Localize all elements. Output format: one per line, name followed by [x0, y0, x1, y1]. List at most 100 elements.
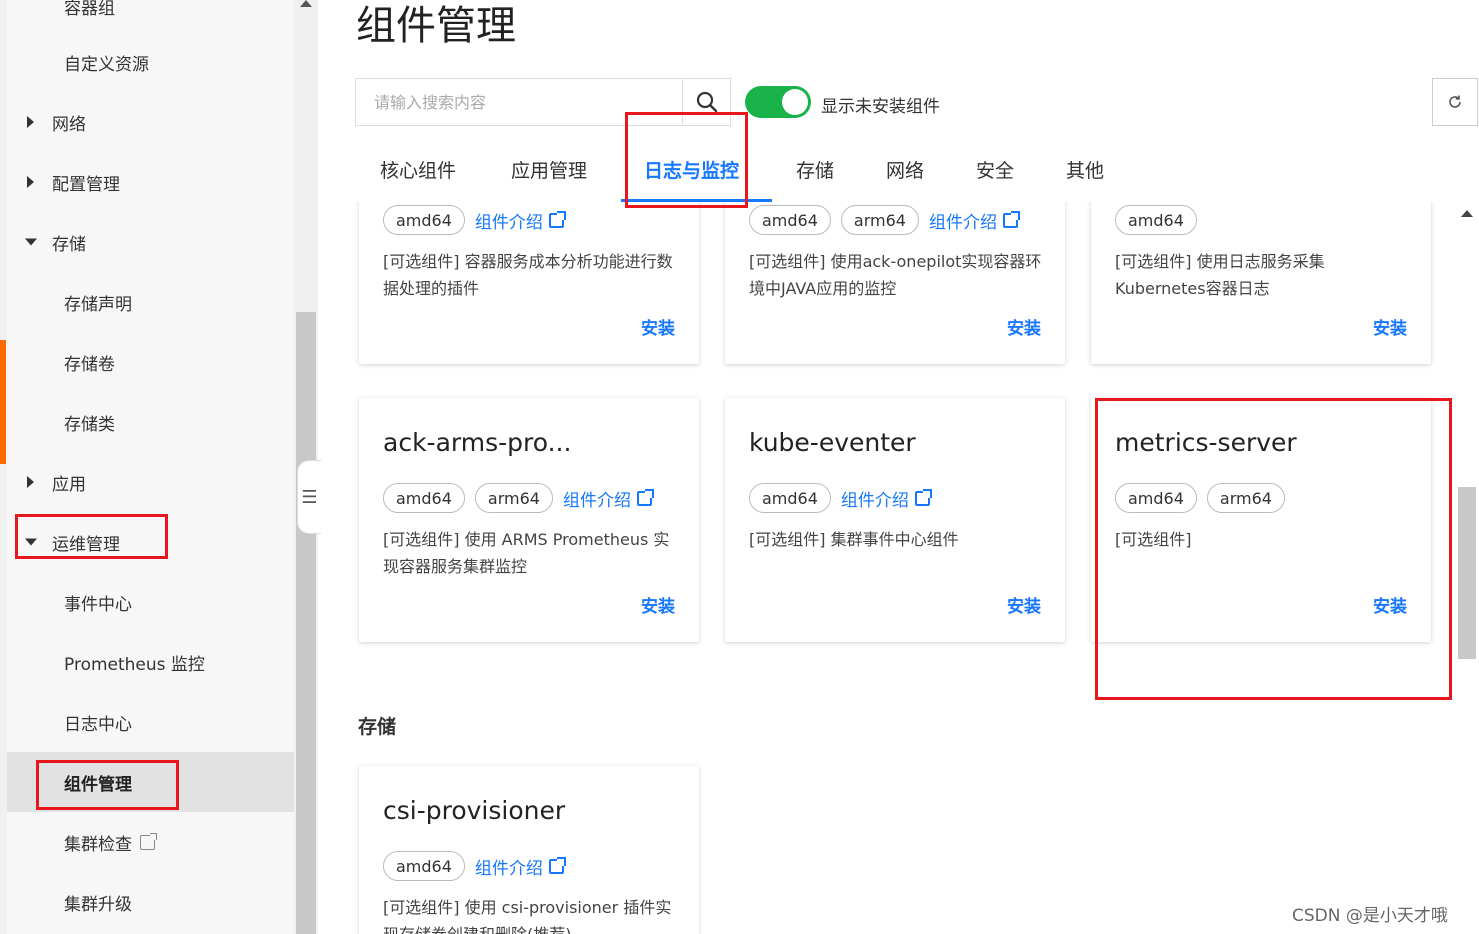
sidebar-item-label: 存储声明 — [64, 294, 132, 315]
card-description: [可选组件] 使用 csi-provisioner 插件实现存储卷创建和删除(推… — [383, 898, 672, 934]
sidebar-item-label: 集群升级 — [64, 894, 132, 915]
page-title: 组件管理 — [356, 3, 516, 49]
card-title[interactable]: csi-provisioner — [383, 796, 565, 825]
caret-down-icon — [25, 238, 37, 246]
arch-tags: amd64 组件介绍 — [749, 483, 932, 513]
tab-app-management[interactable]: 应用管理 — [511, 156, 587, 183]
main-scrollbar[interactable] — [1458, 487, 1476, 659]
brand-accent-bar — [0, 340, 6, 464]
card-description: [可选组件] 集群事件中心组件 — [749, 530, 959, 549]
card-title[interactable]: kube-eventer — [749, 428, 916, 457]
arch-tag: arm64 — [474, 483, 553, 513]
sidebar-item-cluster-upgrade[interactable]: 集群升级 — [7, 872, 294, 932]
intro-link[interactable]: 组件介绍 — [840, 486, 932, 511]
addon-card: csi-provisioner amd64 组件介绍 [可选组件] 使用 csi… — [359, 766, 699, 934]
addon-card: kube-eventer amd64 组件介绍 [可选组件] 集群事件中心组件 … — [725, 398, 1065, 642]
sidebar-item-storageclass[interactable]: 存储类 — [7, 392, 294, 452]
install-button[interactable]: 安装 — [1373, 592, 1407, 617]
intro-link[interactable]: 组件介绍 — [474, 208, 566, 233]
sidebar-item-label: 自定义资源 — [64, 54, 149, 75]
tab-logs-monitoring[interactable]: 日志与监控 — [644, 156, 739, 183]
install-button[interactable]: 安装 — [1373, 314, 1407, 339]
sidebar-item-pods[interactable]: 容器组 — [7, 0, 294, 36]
card-title[interactable]: metrics-server — [1115, 428, 1297, 457]
refresh-button[interactable] — [1432, 78, 1478, 126]
sidebar-item-addons[interactable]: 组件管理 — [7, 752, 294, 812]
tab-network[interactable]: 网络 — [886, 156, 924, 183]
refresh-icon — [1449, 95, 1461, 108]
sidebar-item-label: 应用 — [52, 474, 86, 495]
install-button[interactable]: 安装 — [641, 592, 675, 617]
card-description: [可选组件] 容器服务成本分析功能进行数据处理的插件 — [383, 252, 673, 298]
sidebar-item-apps[interactable]: 应用 — [7, 452, 294, 512]
addon-card: metrics-server amd64 arm64 [可选组件] 安装 — [1091, 398, 1431, 642]
sidebar-item-label: 配置管理 — [52, 174, 120, 195]
sidebar-item-prometheus[interactable]: Prometheus 监控 — [7, 632, 294, 692]
sidebar-item-storage[interactable]: 存储 — [7, 212, 294, 272]
card-title[interactable]: ack-arms-pro... — [383, 428, 571, 457]
scroll-up-arrow-icon[interactable] — [1461, 210, 1473, 217]
arch-tags: amd64 组件介绍 — [383, 851, 566, 881]
caret-right-icon — [27, 116, 34, 128]
tab-security[interactable]: 安全 — [976, 156, 1014, 183]
external-link-icon — [548, 210, 566, 228]
sidebar-item-logs[interactable]: 日志中心 — [7, 692, 294, 752]
sidebar-item-label: 存储类 — [64, 414, 115, 435]
scroll-up-arrow-icon[interactable] — [300, 0, 312, 7]
intro-link[interactable]: 组件介绍 — [562, 486, 654, 511]
sidebar-item-label: 容器组 — [64, 0, 115, 19]
sidebar-item-events[interactable]: 事件中心 — [7, 572, 294, 632]
sidebar-item-label: 组件管理 — [64, 774, 132, 795]
intro-link-text: 组件介绍 — [562, 490, 631, 511]
sidebar-item-pv[interactable]: 存储卷 — [7, 332, 294, 392]
external-link-icon — [1002, 210, 1020, 228]
sidebar-item-ops[interactable]: 运维管理 — [7, 512, 294, 572]
sidebar-item-label: 运维管理 — [52, 534, 120, 555]
sidebar-item-label: 事件中心 — [64, 594, 132, 615]
sidebar-item-label: Prometheus 监控 — [64, 654, 205, 675]
intro-link-text: 组件介绍 — [474, 212, 543, 233]
search-box — [355, 78, 731, 126]
arch-tag: arm64 — [1206, 483, 1285, 513]
show-uninstalled-toggle[interactable] — [745, 86, 811, 118]
sidebar: 容器组 自定义资源 网络 配置管理 存储 存储声明 存储卷 存储类 应用 运维管… — [0, 0, 318, 934]
section-title: 存储 — [358, 716, 397, 738]
arch-tags: amd64 arm64 组件介绍 — [383, 483, 654, 513]
collapse-sidebar-button[interactable]: ☰ — [297, 460, 321, 534]
tab-storage[interactable]: 存储 — [796, 156, 834, 183]
sidebar-item-label: 集群检查 — [64, 834, 132, 855]
arch-tag: amd64 — [1115, 205, 1197, 235]
intro-link-text: 组件介绍 — [840, 490, 909, 511]
active-tab-indicator — [621, 199, 772, 202]
sidebar-item-custom-resources[interactable]: 自定义资源 — [7, 32, 294, 92]
sidebar-item-label: 网络 — [52, 114, 86, 135]
sidebar-item-config[interactable]: 配置管理 — [7, 152, 294, 212]
sidebar-item-pvc[interactable]: 存储声明 — [7, 272, 294, 332]
tab-other[interactable]: 其他 — [1066, 156, 1104, 183]
install-button[interactable]: 安装 — [1007, 314, 1041, 339]
addon-card: ack-arms-pro... amd64 arm64 组件介绍 [可选组件] … — [359, 398, 699, 642]
install-button[interactable]: 安装 — [641, 314, 675, 339]
sidebar-scrollbar[interactable] — [296, 312, 316, 934]
arch-tags: amd64 arm64 — [1115, 483, 1285, 513]
tab-core[interactable]: 核心组件 — [380, 156, 456, 183]
search-button[interactable] — [682, 79, 731, 125]
card-description: [可选组件] — [1115, 530, 1192, 549]
sidebar-item-label: 存储 — [52, 234, 86, 255]
arch-tag: arm64 — [840, 205, 919, 235]
install-button[interactable]: 安装 — [1007, 592, 1041, 617]
sidebar-item-network[interactable]: 网络 — [7, 92, 294, 152]
toggle-label: 显示未安装组件 — [821, 97, 940, 117]
watermark: CSDN @是小天才哦 — [1292, 906, 1448, 926]
sidebar-item-cluster-check[interactable]: 集群检查 — [7, 812, 294, 872]
intro-link[interactable]: 组件介绍 — [475, 854, 566, 879]
external-link-icon — [636, 488, 654, 506]
caret-right-icon — [27, 476, 34, 488]
intro-link-text: 组件介绍 — [928, 212, 997, 233]
menu-collapse-icon: ☰ — [301, 486, 318, 508]
caret-right-icon — [27, 176, 34, 188]
arch-tag: amd64 — [383, 483, 465, 513]
card-description: [可选组件] 使用ack-onepilot实现容器环境中JAVA应用的监控 — [749, 252, 1042, 298]
search-input[interactable] — [356, 79, 682, 125]
intro-link[interactable]: 组件介绍 — [928, 208, 1020, 233]
